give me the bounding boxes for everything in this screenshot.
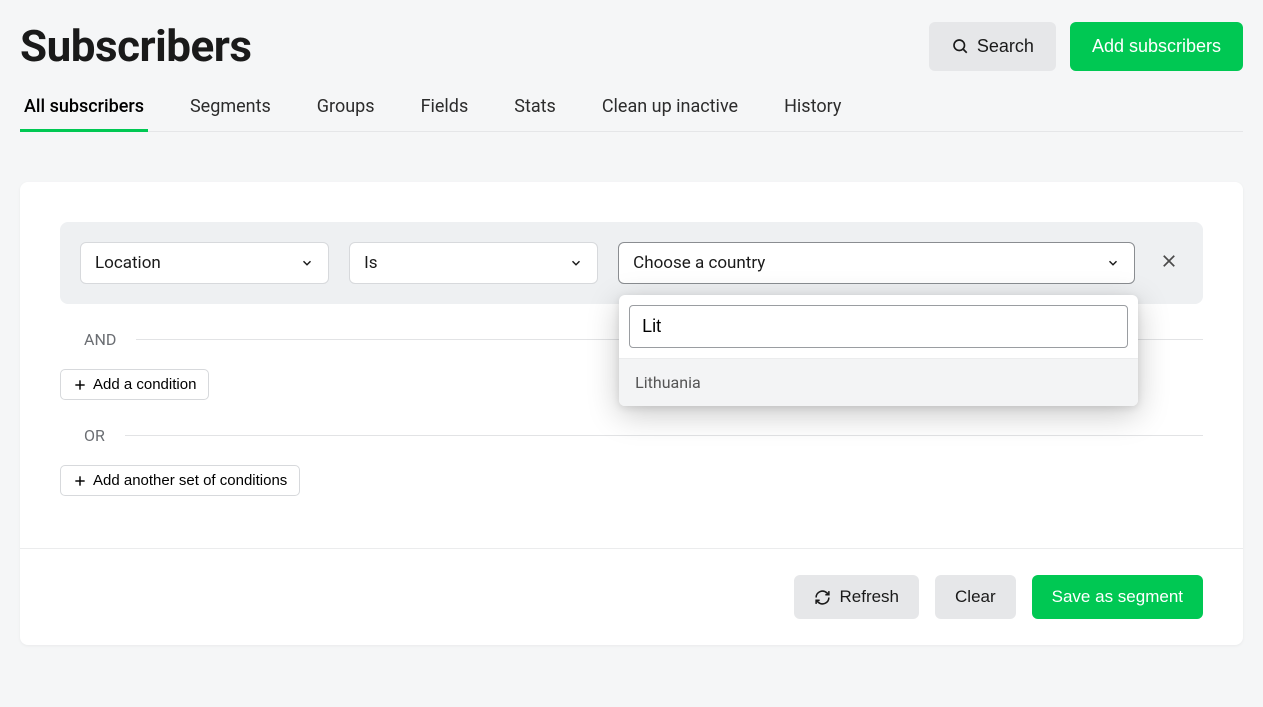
add-subscribers-label: Add subscribers [1092,36,1221,57]
condition-row: Location Is Choose a country [60,222,1203,304]
and-label: AND [60,330,116,349]
field-select[interactable]: Location [80,242,329,284]
search-button[interactable]: Search [929,22,1056,71]
add-condition-set-label: Add another set of conditions [93,472,287,489]
chevron-down-icon [569,256,583,270]
chevron-down-icon [300,256,314,270]
or-separator: OR [60,426,1203,445]
clear-button[interactable]: Clear [935,575,1016,619]
save-segment-button[interactable]: Save as segment [1032,575,1203,619]
dropdown-search-wrap [619,295,1138,359]
page-header: Subscribers Search Add subscribers [20,20,1243,72]
value-select-placeholder: Choose a country [633,253,765,273]
filter-section: Location Is Choose a country [20,182,1243,496]
refresh-icon [814,589,831,606]
chevron-down-icon [1106,256,1120,270]
refresh-button-label: Refresh [839,587,899,607]
tab-bar: All subscribers Segments Groups Fields S… [20,96,1243,132]
country-search-input[interactable] [629,305,1128,348]
country-dropdown: Lithuania [619,295,1138,406]
page-title: Subscribers [20,20,252,72]
card-footer: Refresh Clear Save as segment [20,548,1243,645]
remove-condition-button[interactable] [1155,249,1183,277]
separator-line [125,435,1203,436]
field-select-value: Location [95,253,161,273]
plus-icon [73,378,87,392]
operator-select-value: Is [364,253,377,273]
close-icon [1160,252,1178,274]
header-actions: Search Add subscribers [929,22,1243,71]
tab-history[interactable]: History [784,96,841,131]
country-option[interactable]: Lithuania [619,359,1138,406]
save-segment-label: Save as segment [1052,587,1183,607]
tab-stats[interactable]: Stats [514,96,556,131]
or-label: OR [60,426,105,445]
add-subscribers-button[interactable]: Add subscribers [1070,22,1243,71]
refresh-button[interactable]: Refresh [794,575,919,619]
plus-icon [73,474,87,488]
search-button-label: Search [977,36,1034,57]
search-icon [951,37,969,55]
operator-select[interactable]: Is [349,242,598,284]
tab-segments[interactable]: Segments [190,96,271,131]
value-select[interactable]: Choose a country Lithuania [618,242,1135,284]
add-condition-set-button[interactable]: Add another set of conditions [60,465,300,496]
tab-groups[interactable]: Groups [317,96,375,131]
tab-clean-up-inactive[interactable]: Clean up inactive [602,96,738,131]
filter-card: Location Is Choose a country [20,182,1243,645]
clear-button-label: Clear [955,587,996,607]
add-condition-label: Add a condition [93,376,196,393]
tab-all-subscribers[interactable]: All subscribers [24,96,144,131]
tab-fields[interactable]: Fields [421,96,469,131]
add-condition-button[interactable]: Add a condition [60,369,209,400]
